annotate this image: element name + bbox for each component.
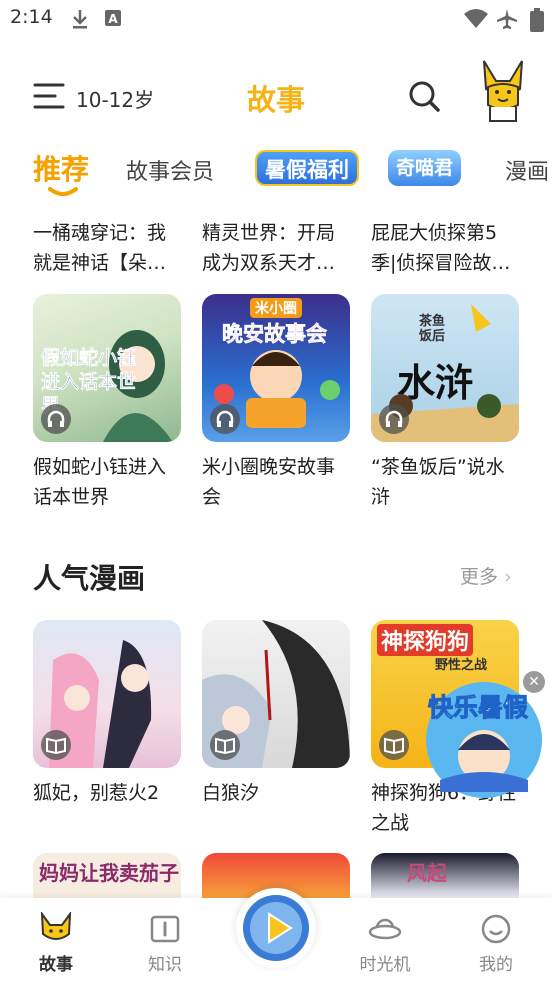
chevron-right-icon: › — [504, 566, 512, 588]
keyboard-a-icon: A — [105, 10, 121, 26]
tab-comics[interactable]: 漫画 — [505, 154, 549, 186]
nav-mine[interactable]: 我的 — [456, 904, 536, 975]
nav-label: 知识 — [148, 955, 182, 975]
story-card-title: 精灵世界：开局成为双系天才… — [202, 222, 336, 274]
mascot-avatar[interactable] — [478, 59, 528, 123]
story-card-title: “茶鱼饭后”说水浒 — [371, 456, 505, 508]
fox-story-icon — [40, 912, 72, 940]
comic-badge — [379, 730, 409, 760]
audio-badge — [41, 404, 71, 434]
more-link-label: 更多 — [460, 566, 499, 588]
comic-cover[interactable]: 风起 — [371, 853, 519, 898]
nav-time-machine[interactable]: 时光机 — [345, 904, 425, 975]
book-open-icon — [384, 737, 404, 755]
book-open-icon — [215, 737, 235, 755]
status-bar: 2:14 A — [0, 0, 552, 40]
smiley-icon — [481, 914, 511, 944]
story-card[interactable]: 一桶魂穿记：我就是神话【朵… — [33, 218, 181, 278]
bottom-nav: 故事 知识 时光机 我的 — [0, 888, 552, 983]
section-title-popular-comics: 人气漫画 — [33, 562, 146, 595]
comic-card-title: 白狼汐 — [202, 782, 260, 804]
nav-label: 我的 — [479, 955, 513, 975]
story-card[interactable]: 屁屁大侦探第5季|侦探冒险故… — [371, 218, 519, 278]
story-card-title: 米小圈晚安故事会 — [202, 456, 336, 508]
tab-recommend[interactable]: 推荐 — [33, 148, 89, 188]
nav-story[interactable]: 故事 — [16, 904, 96, 975]
tab-story-member[interactable]: 故事会员 — [126, 154, 214, 186]
summer-banner-text: 快乐暑假 — [427, 693, 529, 723]
comic-cover[interactable]: 妈妈让我卖茄子 — [33, 853, 181, 898]
headphones-icon — [216, 410, 234, 427]
tab-qimiaojun[interactable]: 奇喵君 — [388, 150, 462, 186]
comic-card-title: 狐妃，别惹火2 — [33, 782, 160, 804]
nav-label: 故事 — [39, 955, 73, 975]
comic-badge — [41, 730, 71, 760]
more-link[interactable]: 更多 › — [460, 562, 512, 589]
airplane-mode-icon — [497, 9, 517, 29]
book-icon — [150, 915, 180, 943]
status-time: 2:14 — [10, 6, 53, 28]
story-cover[interactable]: 米小圈 晚安故事会 — [202, 294, 350, 442]
top-bar: 10-12岁 故事 — [0, 55, 552, 137]
comic-cover[interactable] — [33, 620, 181, 768]
comic-badge — [210, 730, 240, 760]
category-tabs: 推荐 故事会员 暑假福利 奇喵君 漫画 — [0, 140, 552, 200]
page-title: 故事 — [246, 83, 305, 117]
story-cover[interactable]: 假如蛇小钰进入话本世界 — [33, 294, 181, 442]
story-card-title: 假如蛇小钰进入话本世界 — [33, 456, 167, 508]
search-icon[interactable] — [407, 79, 441, 113]
story-card-title: 一桶魂穿记：我就是神话【朵… — [33, 222, 167, 274]
battery-icon — [530, 8, 544, 32]
close-icon[interactable]: ✕ — [523, 671, 545, 693]
active-tab-indicator — [48, 187, 78, 196]
play-icon — [243, 895, 309, 961]
nav-knowledge[interactable]: 知识 — [125, 904, 205, 975]
cover-title-text: 神探狗狗 — [377, 624, 474, 656]
cover-subtitle-text: 野性之战 — [435, 658, 488, 673]
nav-label: 时光机 — [359, 955, 411, 975]
tab-summer-welfare[interactable]: 暑假福利 — [255, 150, 359, 186]
book-open-icon — [46, 737, 66, 755]
headphones-icon — [385, 410, 403, 427]
headphones-icon — [47, 410, 65, 427]
comic-cover[interactable] — [202, 620, 350, 768]
story-card-title: 屁屁大侦探第5季|侦探冒险故… — [371, 222, 511, 274]
cover-title-text: 风起 — [407, 861, 447, 885]
ufo-icon — [368, 918, 402, 940]
story-card[interactable]: 精灵世界：开局成为双系天才… — [202, 218, 350, 278]
cover-title-text: 妈妈让我卖茄子 — [39, 861, 179, 885]
svg-text:A: A — [108, 12, 118, 26]
story-cover[interactable]: 茶鱼饭后 水浒 — [371, 294, 519, 442]
center-play-button[interactable] — [236, 888, 316, 968]
download-icon — [73, 10, 87, 29]
audio-badge — [379, 404, 409, 434]
wifi-icon — [464, 9, 488, 28]
audio-badge — [210, 404, 240, 434]
